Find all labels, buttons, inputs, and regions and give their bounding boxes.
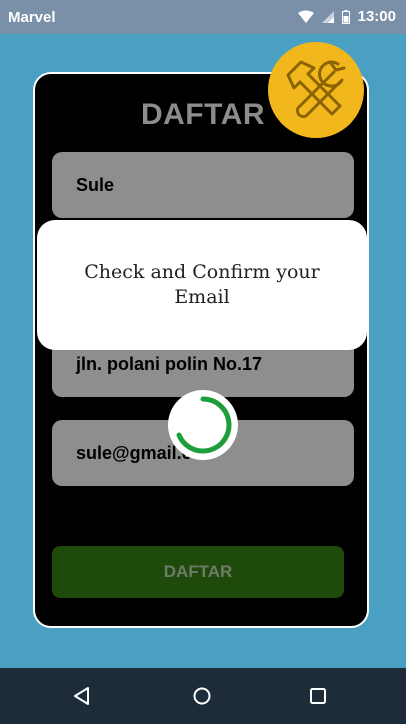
battery-icon	[341, 9, 350, 24]
tools-icon	[286, 60, 346, 119]
home-button[interactable]	[188, 682, 216, 710]
navigation-bar	[0, 668, 406, 724]
tools-badge[interactable]	[268, 42, 364, 138]
daftar-button-label: DAFTAR	[163, 562, 233, 581]
recent-apps-icon	[310, 688, 326, 704]
name-field[interactable]: Sule	[52, 152, 354, 218]
dialog-message: Check and Confirm your Email	[84, 261, 320, 308]
home-icon	[193, 687, 211, 705]
signal-icon	[321, 10, 334, 23]
confirm-email-dialog: Check and Confirm your Email	[37, 220, 367, 350]
loading-spinner	[168, 390, 238, 460]
loading-spinner-icon	[176, 396, 232, 454]
back-icon	[74, 687, 89, 705]
daftar-button[interactable]: DAFTAR	[52, 546, 344, 598]
status-icons: 13:00	[297, 8, 396, 25]
address-value: jln. polani polin No.17	[76, 353, 263, 374]
carrier-label: Marvel	[8, 9, 56, 26]
clock: 13:00	[357, 8, 396, 25]
recent-apps-button[interactable]	[304, 682, 332, 710]
name-value: Sule	[76, 174, 115, 195]
wifi-icon	[297, 10, 314, 23]
status-bar: Marvel 13:00	[0, 0, 406, 34]
back-button[interactable]	[68, 682, 96, 710]
